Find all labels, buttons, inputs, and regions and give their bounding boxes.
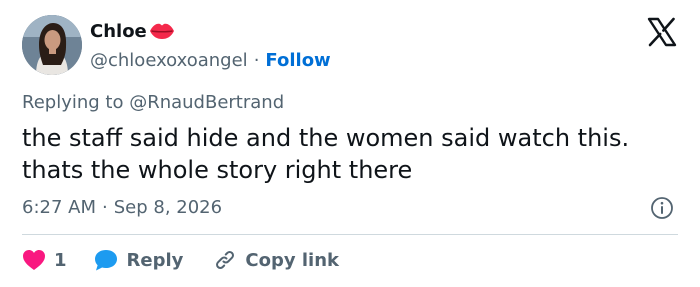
copy-link-button[interactable]: Copy link <box>213 248 339 272</box>
tweet-card: Chloe @chloexoxoangel · Follow Replying … <box>0 0 700 287</box>
heart-icon <box>22 249 46 271</box>
avatar-photo <box>22 15 82 75</box>
separator-dot: · <box>102 197 108 218</box>
replying-to[interactable]: Replying to @RnaudBertrand <box>22 92 284 113</box>
reply-button[interactable]: Reply <box>93 248 184 272</box>
lips-emoji-icon <box>149 22 175 40</box>
display-name[interactable]: Chloe <box>90 21 147 42</box>
link-icon <box>213 248 237 272</box>
reply-bubble-icon <box>93 248 119 272</box>
timestamp-row[interactable]: 6:27 AM · Sep 8, 2026 <box>22 197 222 218</box>
tweet-time: 6:27 AM <box>22 197 96 218</box>
handle-row: @chloexoxoangel · Follow <box>90 47 331 73</box>
tweet-date: Sep 8, 2026 <box>113 197 223 218</box>
like-button[interactable]: 1 <box>22 249 67 271</box>
avatar[interactable] <box>22 15 82 75</box>
info-icon[interactable] <box>650 196 674 220</box>
tweet-text: the staff said hide and the women said w… <box>22 124 630 184</box>
divider <box>22 234 678 235</box>
x-logo-icon[interactable] <box>647 17 677 47</box>
user-handle[interactable]: @chloexoxoangel <box>90 50 248 71</box>
copy-link-label: Copy link <box>245 249 339 271</box>
reply-label: Reply <box>126 249 184 271</box>
action-bar: 1 Reply Copy link <box>22 245 339 275</box>
like-count: 1 <box>54 249 67 271</box>
name-row: Chloe <box>90 18 175 44</box>
follow-button[interactable]: Follow <box>265 50 330 71</box>
separator-dot: · <box>253 49 260 71</box>
